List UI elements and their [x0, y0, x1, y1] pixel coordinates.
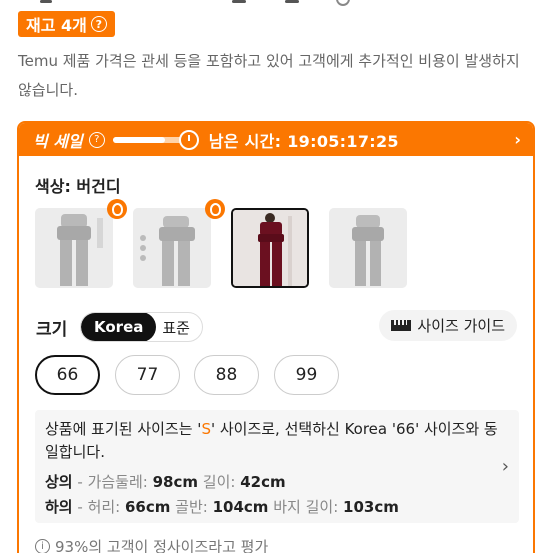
color-thumbnail-gray-2[interactable] — [133, 208, 211, 288]
fit-rating: i 93%의 고객이 정사이즈라고 평가 — [35, 536, 268, 553]
chevron-right-icon[interactable]: › — [502, 456, 509, 477]
color-thumbnail-burgundy[interactable] — [231, 208, 309, 288]
sale-banner[interactable]: 빅 세일 ? 남은 시간: 19:05:17:25 › — [19, 123, 533, 156]
color-thumbnail-gray-1[interactable] — [35, 208, 113, 288]
tax-notice: Temu 제품 가격은 관세 등을 포함하고 있어 고객에게 추가적인 비용이 … — [18, 52, 520, 99]
color-thumbnail-gray-3[interactable] — [329, 208, 407, 288]
size-system-korea[interactable]: Korea — [81, 313, 157, 341]
burgundy-outfit-image — [233, 210, 307, 286]
size-guide-button[interactable]: 사이즈 가이드 — [379, 310, 517, 341]
gray-outfit-image — [133, 208, 211, 288]
stock-badge-label: 재고 4개 — [26, 16, 87, 35]
hot-flame-icon — [205, 199, 225, 219]
size-info-box[interactable]: 상품에 표기된 사이즈는 'S' 사이즈로, 선택하신 Korea '66' 사… — [35, 410, 519, 523]
sale-title: 빅 세일 — [33, 131, 83, 151]
sale-countdown: 남은 시간: 19:05:17:25 — [208, 131, 399, 151]
clock-icon — [178, 129, 199, 150]
bottom-measurements: 하의 - 허리: 66cm 골반: 104cm 바지 길이: 103cm — [45, 498, 399, 516]
size-option-88[interactable]: 88 — [194, 355, 259, 395]
stock-badge: 재고 4개 ? — [18, 11, 115, 37]
chevron-right-icon[interactable]: › — [514, 130, 521, 149]
fit-rating-text: 93%의 고객이 정사이즈라고 평가 — [55, 538, 269, 553]
size-guide-label: 사이즈 가이드 — [417, 317, 505, 335]
sale-progress-fill — [112, 136, 165, 143]
size-option-99[interactable]: 99 — [274, 355, 339, 395]
info-icon: i — [35, 539, 50, 553]
size-option-66[interactable]: 66 — [35, 355, 100, 395]
cropped-top-strip — [0, 0, 553, 8]
question-circle-icon[interactable]: ? — [90, 16, 107, 32]
gray-outfit-image — [35, 208, 113, 288]
top-measurements: 상의 - 가슴둘레: 98cm 길이: 42cm — [45, 473, 286, 491]
size-system-standard[interactable]: 표준 — [156, 317, 202, 338]
hot-flame-icon — [107, 199, 127, 219]
color-label: 색상: 버건디 — [35, 177, 121, 196]
size-system-toggle[interactable]: Korea 표준 — [80, 312, 203, 342]
big-sale-card: 빅 세일 ? 남은 시간: 19:05:17:25 › 색상: 버건디 크기 K… — [17, 121, 535, 553]
size-mapping-text: 상품에 표기된 사이즈는 'S' 사이즈로, 선택하신 Korea '66' 사… — [45, 420, 498, 461]
gray-outfit-image — [329, 208, 407, 288]
ruler-icon — [391, 320, 412, 331]
sale-help-icon[interactable]: ? — [88, 131, 105, 148]
size-option-77[interactable]: 77 — [115, 355, 180, 395]
size-label: 크기 — [36, 320, 68, 340]
